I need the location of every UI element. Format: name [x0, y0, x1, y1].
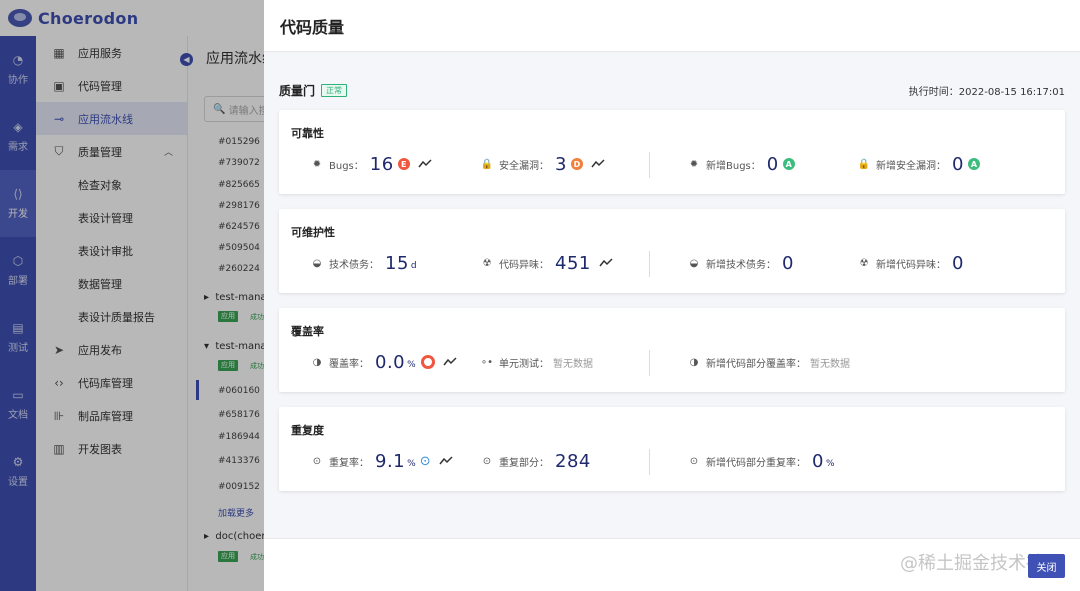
duplication-icon: ⊙ — [689, 455, 699, 467]
bug-icon: ✹ — [689, 158, 699, 170]
grade-badge: E — [397, 158, 410, 170]
metric-unit-tests[interactable]: ∘• 单元测试： 暂无数据 — [481, 352, 593, 372]
metric-new-coverage[interactable]: ◑ 新增代码部分覆盖率： 暂无数据 — [688, 352, 850, 372]
divider — [649, 152, 650, 178]
card-title: 可维护性 — [291, 226, 335, 239]
execution-time: 执行时间：2022-08-15 16:17:01 — [908, 87, 1065, 98]
metric-vulnerabilities[interactable]: 🔒 安全漏洞： 3 D — [480, 154, 605, 175]
code-quality-drawer: 代码质量 质量门 正常 执行时间：2022-08-15 16:17:01 可靠性… — [264, 0, 1080, 591]
smell-icon: ☢ — [859, 257, 869, 269]
metric-new-duplication-rate[interactable]: ⊙ 新增代码部分重复率： 0 % — [688, 451, 835, 472]
trend-icon[interactable] — [439, 456, 453, 466]
drawer-mask[interactable] — [0, 0, 264, 591]
unit-test-icon: ∘• — [480, 356, 494, 368]
drawer-body: 质量门 正常 执行时间：2022-08-15 16:17:01 可靠性 ✹ Bu… — [264, 52, 1080, 538]
metric-code-smells[interactable]: ☢ 代码异味： 451 — [481, 253, 613, 274]
drawer-header: 代码质量 — [264, 0, 1080, 52]
grade-badge: A — [782, 158, 795, 170]
divider — [649, 350, 650, 376]
card-title: 重复度 — [291, 424, 324, 437]
drawer-footer: @稀土掘金技术社区 关闭 — [264, 538, 1080, 591]
lock-icon: 🔒 — [857, 158, 871, 170]
maintainability-card: 可维护性 ◒ 技术债务： 15 d ☢ 代码异味： 451 ◒ 新增技术债务： … — [279, 209, 1065, 293]
grade-badge: D — [570, 158, 583, 170]
coverage-card: 覆盖率 ◑ 覆盖率： 0.0 % ∘• 单元测试： 暂无数据 ◑ 新增代码部分覆… — [279, 308, 1065, 392]
metric-new-tech-debt[interactable]: ◒ 新增技术债务： 0 — [688, 253, 794, 274]
coverage-icon: ◑ — [689, 356, 699, 368]
reliability-card: 可靠性 ✹ Bugs： 16 E 🔒 安全漏洞： 3 D ✹ 新增Bugs： 0… — [279, 110, 1065, 194]
debt-icon: ◒ — [312, 257, 322, 269]
trend-icon[interactable] — [591, 159, 605, 169]
card-title: 可靠性 — [291, 127, 324, 140]
metric-tech-debt[interactable]: ◒ 技术债务： 15 d — [311, 253, 417, 274]
close-button[interactable]: 关闭 — [1028, 554, 1065, 578]
metric-duplicated-parts[interactable]: ⊙ 重复部分： 284 — [481, 451, 591, 472]
duplication-ring-icon: ⊙ — [419, 453, 431, 469]
trend-icon[interactable] — [599, 258, 613, 268]
bug-icon: ✹ — [312, 158, 322, 170]
metric-new-code-smells[interactable]: ☢ 新增代码异味： 0 — [858, 253, 964, 274]
smell-icon: ☢ — [482, 257, 492, 269]
trend-icon[interactable] — [443, 357, 457, 367]
card-title: 覆盖率 — [291, 325, 324, 338]
metric-duplication-rate[interactable]: ⊙ 重复率： 9.1 % ⊙ — [311, 451, 453, 472]
coverage-ring-icon — [420, 355, 435, 369]
metric-new-bugs[interactable]: ✹ 新增Bugs： 0 A — [688, 154, 795, 175]
metric-coverage[interactable]: ◑ 覆盖率： 0.0 % — [311, 352, 457, 373]
duplication-icon: ⊙ — [482, 455, 492, 467]
trend-icon[interactable] — [418, 159, 432, 169]
duplication-icon: ⊙ — [312, 455, 322, 467]
lock-icon: 🔒 — [480, 158, 494, 170]
duplication-card: 重复度 ⊙ 重复率： 9.1 % ⊙ ⊙ 重复部分： 284 ⊙ 新增代码部分重… — [279, 407, 1065, 491]
grade-badge: A — [967, 158, 980, 170]
quality-gate-row: 质量门 正常 执行时间：2022-08-15 16:17:01 — [279, 82, 1065, 99]
coverage-icon: ◑ — [312, 356, 322, 368]
quality-gate-label: 质量门 — [279, 84, 316, 98]
debt-icon: ◒ — [689, 257, 699, 269]
drawer-title: 代码质量 — [280, 17, 345, 37]
divider — [649, 251, 650, 277]
divider — [649, 449, 650, 475]
status-badge: 正常 — [321, 84, 348, 97]
metric-bugs[interactable]: ✹ Bugs： 16 E — [311, 154, 432, 175]
metric-new-vulnerabilities[interactable]: 🔒 新增安全漏洞： 0 A — [857, 154, 980, 175]
